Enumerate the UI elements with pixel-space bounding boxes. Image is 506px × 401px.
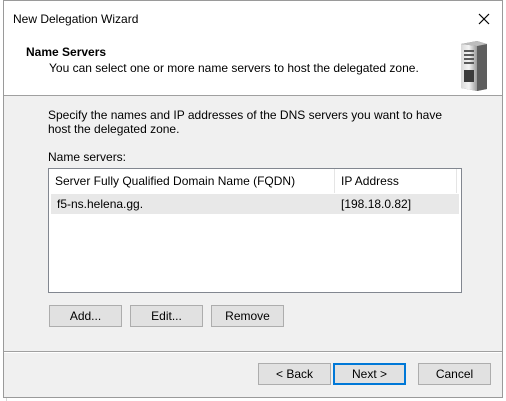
add-button[interactable]: Add...	[49, 305, 122, 327]
column-header-fqdn[interactable]: Server Fully Qualified Domain Name (FQDN…	[49, 169, 335, 193]
page-title: Name Servers	[26, 45, 107, 59]
back-button[interactable]: < Back	[258, 363, 331, 385]
close-button[interactable]	[472, 7, 496, 31]
list-header: Server Fully Qualified Domain Name (FQDN…	[49, 169, 461, 193]
footer-separator	[4, 351, 502, 353]
row-fqdn: f5-ns.helena.gg.	[57, 197, 144, 211]
window-title: New Delegation Wizard	[13, 12, 139, 26]
edit-button[interactable]: Edit...	[130, 305, 203, 327]
table-row[interactable]: f5-ns.helena.gg. [198.18.0.82]	[51, 194, 459, 214]
page-subtitle: You can select one or more name servers …	[49, 61, 419, 75]
server-tower-icon	[461, 41, 487, 91]
new-delegation-wizard-dialog: New Delegation Wizard Name Servers You c…	[3, 0, 503, 398]
column-header-ip[interactable]: IP Address	[335, 169, 457, 193]
title-bar: New Delegation Wizard	[4, 1, 502, 37]
name-servers-label: Name servers:	[48, 150, 127, 164]
wizard-header: Name Servers You can select one or more …	[4, 37, 502, 96]
row-ip-address: [198.18.0.82]	[341, 197, 412, 211]
instructions-text: Specify the names and IP addresses of th…	[48, 108, 442, 136]
name-servers-list[interactable]: Server Fully Qualified Domain Name (FQDN…	[48, 168, 462, 293]
remove-button[interactable]: Remove	[211, 305, 284, 327]
close-icon	[478, 13, 490, 25]
next-button[interactable]: Next >	[333, 363, 406, 385]
cancel-button[interactable]: Cancel	[418, 363, 491, 385]
